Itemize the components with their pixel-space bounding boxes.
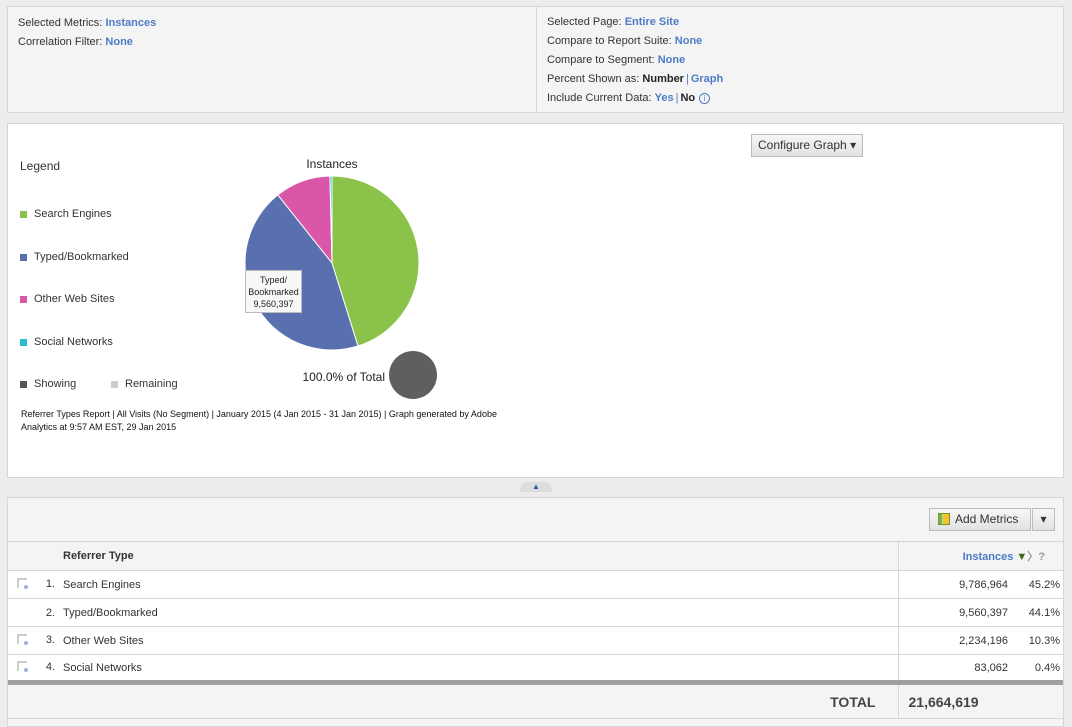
table-row: 2. Typed/Bookmarked 9,560,397 44.1% bbox=[8, 598, 1063, 627]
showing-circle bbox=[389, 351, 437, 399]
row-percent: 44.1% bbox=[1008, 598, 1063, 627]
row-percent: 45.2% bbox=[1008, 570, 1063, 599]
row-name[interactable]: Typed/Bookmarked bbox=[63, 598, 898, 627]
column-header-referrer-type[interactable]: Referrer Type bbox=[63, 541, 898, 571]
caret-up-icon: ▲ bbox=[532, 482, 540, 491]
tooltip-value: 9,560,397 bbox=[253, 299, 294, 309]
total-value: 21,664,619 bbox=[897, 680, 1063, 719]
row-percent: 0.4% bbox=[1008, 654, 1063, 683]
graph-footnote: Referrer Types Report | All Visits (No S… bbox=[21, 409, 497, 432]
percent-shown-label: Percent Shown as: bbox=[547, 73, 640, 85]
breakdown-icon[interactable] bbox=[17, 578, 28, 589]
slice-tooltip: Typed/ Bookmarked 9,560,397 bbox=[245, 270, 302, 313]
compare-segment-label: Compare to Segment: bbox=[547, 54, 655, 66]
add-metrics-label: Add Metrics bbox=[955, 512, 1019, 526]
breakdown-icon[interactable] bbox=[17, 634, 28, 645]
row-rank: 1. bbox=[45, 578, 55, 590]
row-name[interactable]: Other Web Sites bbox=[63, 626, 898, 655]
tooltip-label: Bookmarked bbox=[248, 287, 299, 297]
row-name[interactable]: Search Engines bbox=[63, 570, 898, 599]
summary-right: Selected Page: Entire Site Compare to Re… bbox=[536, 7, 733, 112]
instances-sort-link[interactable]: Instances bbox=[963, 551, 1014, 563]
summary-left: Selected Metrics: Instances Correlation … bbox=[18, 14, 156, 52]
row-value: 83,062 bbox=[897, 654, 1008, 683]
row-rank: 4. bbox=[45, 661, 55, 673]
report-table-panel: Add Metrics ▾ Referrer Type Instances ▼〉… bbox=[7, 497, 1064, 727]
collapse-graph-handle[interactable]: ▲ bbox=[520, 482, 552, 492]
selected-page-label: Selected Page: bbox=[547, 16, 622, 28]
caret-down-icon: ▾ bbox=[850, 138, 857, 152]
column-header-instances[interactable]: Instances ▼〉? bbox=[897, 541, 1063, 571]
report-summary: Selected Metrics: Instances Correlation … bbox=[7, 6, 1064, 113]
current-data-label: Include Current Data: bbox=[547, 92, 652, 104]
percent-number-option: Number bbox=[642, 73, 684, 85]
row-rank: 2. bbox=[45, 606, 55, 619]
row-name[interactable]: Social Networks bbox=[63, 654, 898, 683]
row-value: 2,234,196 bbox=[897, 626, 1008, 655]
current-data-no-option: No bbox=[680, 92, 696, 104]
compare-suite-label: Compare to Report Suite: bbox=[547, 35, 672, 47]
sort-desc-icon: ▼ bbox=[1016, 551, 1028, 563]
selected-metrics-link[interactable]: Instances bbox=[105, 17, 156, 29]
table-row: 4. Social Networks 83,062 0.4% bbox=[8, 654, 1063, 683]
configure-graph-button[interactable]: Configure Graph ▾ bbox=[751, 134, 864, 157]
pie-chart: Instances 100.0% of Total bbox=[244, 157, 437, 399]
total-label: TOTAL bbox=[8, 680, 898, 719]
info-icon[interactable]: i bbox=[699, 93, 711, 104]
percent-graph-link[interactable]: Graph bbox=[691, 73, 723, 85]
graph-panel: Configure Graph ▾ Legend Search Engines … bbox=[7, 123, 1064, 478]
table-row: 1. Search Engines 9,786,964 45.2% bbox=[8, 570, 1063, 599]
correlation-filter-link[interactable]: None bbox=[105, 36, 133, 48]
caret-down-icon: ▾ bbox=[1040, 512, 1047, 526]
compare-suite-link[interactable]: None bbox=[675, 35, 703, 47]
percent-of-total: 100.0% of Total bbox=[302, 370, 385, 384]
current-data-yes-link[interactable]: Yes bbox=[655, 92, 674, 104]
row-percent: 10.3% bbox=[1008, 626, 1063, 655]
row-value: 9,560,397 bbox=[897, 598, 1008, 627]
breakdown-icon[interactable] bbox=[17, 661, 28, 672]
add-metrics-button[interactable]: Add Metrics bbox=[929, 508, 1031, 531]
total-row: TOTAL 21,664,619 bbox=[8, 680, 1063, 719]
add-metrics-dropdown[interactable]: ▾ bbox=[1032, 508, 1055, 531]
tooltip-label: Typed/ bbox=[259, 275, 288, 285]
chart-title: Instances bbox=[306, 157, 357, 171]
metrics-icon bbox=[938, 513, 950, 525]
selected-metrics-label: Selected Metrics: bbox=[18, 17, 103, 29]
table-row: 3. Other Web Sites 2,234,196 10.3% bbox=[8, 626, 1063, 655]
row-rank: 3. bbox=[45, 634, 55, 646]
row-value: 9,786,964 bbox=[897, 570, 1008, 599]
compare-segment-link[interactable]: None bbox=[658, 54, 686, 66]
report-table: Referrer Type Instances ▼〉? 1. Search En… bbox=[8, 541, 1063, 719]
configure-graph-label: Configure Graph bbox=[758, 138, 847, 152]
selected-page-link[interactable]: Entire Site bbox=[625, 16, 679, 28]
help-icon[interactable]: 〉? bbox=[1027, 551, 1045, 563]
correlation-filter-label: Correlation Filter: bbox=[18, 36, 103, 48]
